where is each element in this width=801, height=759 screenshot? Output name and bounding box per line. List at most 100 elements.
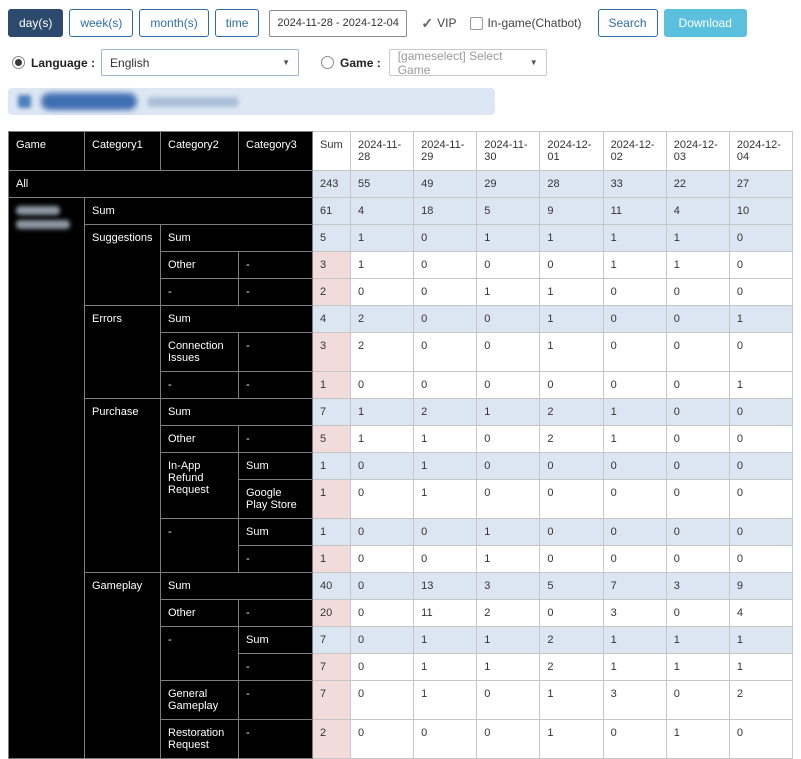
table-cell: 0 [413, 371, 478, 399]
table-cell: 0 [476, 452, 541, 480]
table-cell: - [238, 653, 313, 681]
table-cell: 2 [539, 398, 604, 426]
table-cell: 3 [476, 572, 541, 600]
period-button-weeks[interactable]: week(s) [69, 9, 134, 37]
table-cell: 1 [349, 251, 415, 279]
table-cell: 1 [665, 224, 730, 252]
table-cell: 0 [665, 278, 730, 306]
table-cell: 2 [312, 719, 351, 759]
table-cell: 2 [413, 398, 478, 426]
table-cell: 0 [349, 518, 415, 546]
table-cell: 28 [539, 170, 604, 198]
table-cell: Sum [238, 452, 313, 480]
col-header: 2024-12-02 [602, 131, 667, 171]
table-cell: 0 [602, 305, 667, 333]
table-cell: 1 [665, 653, 730, 681]
table-cell: All [8, 170, 313, 198]
table-cell: 1 [413, 425, 478, 453]
search-button[interactable]: Search [597, 9, 658, 37]
table-cell: 0 [665, 452, 730, 480]
table-cell: - [238, 599, 313, 627]
table-cell: 1 [476, 545, 541, 573]
table-cell: 0 [728, 545, 794, 573]
table-cell: 2 [539, 626, 604, 654]
redacted-button[interactable] [41, 93, 137, 110]
table-cell: 0 [413, 719, 478, 759]
game-select[interactable]: [gameselect] Select Game ▼ [388, 49, 547, 77]
table-row: Sum 61 4 18 5 9 11 4 10 [8, 197, 794, 759]
language-select[interactable]: English ▼ [101, 49, 300, 76]
table-cell: General Gameplay [160, 680, 239, 720]
table-cell: 11 [413, 599, 478, 627]
table-cell: 1 [728, 371, 794, 399]
table-cell: - [160, 371, 239, 399]
table-cell: Other [160, 425, 239, 453]
table-cell: - [160, 278, 239, 306]
table-cell: 0 [413, 545, 478, 573]
table-cell: - [238, 719, 313, 759]
table-cell: 1 [665, 719, 730, 759]
table-cell: 5 [539, 572, 604, 600]
table-row: Gameplay Sum 40 0 13 3 5 7 3 9 [9, 572, 794, 759]
table-cell: 1 [728, 626, 794, 654]
download-button[interactable]: Download [663, 9, 747, 37]
table-cell: 0 [349, 545, 415, 573]
table-cell: 0 [413, 332, 478, 372]
table-cell: 1 [602, 626, 667, 654]
table-cell: 1 [413, 626, 478, 654]
period-button-days[interactable]: day(s) [8, 9, 64, 37]
table-cell: 2 [312, 278, 351, 306]
redacted-icon [18, 95, 31, 108]
toolbar: day(s) week(s) month(s) time ✓ VIP In-ga… [0, 0, 801, 42]
table-cell: 0 [665, 371, 730, 399]
table-cell: 5 [476, 197, 541, 225]
table-cell: 1 [349, 398, 415, 426]
table-cell: 0 [539, 452, 604, 480]
table-cell: 1 [476, 653, 541, 681]
table-cell: 0 [665, 680, 730, 720]
table-cell: 1 [665, 626, 730, 654]
vip-checkbox[interactable]: ✓ [421, 15, 433, 32]
table-cell: 2 [349, 305, 415, 333]
table-cell: 0 [539, 371, 604, 399]
table-cell: 2 [539, 653, 604, 681]
table-cell: Errors [84, 305, 161, 399]
ingame-checkbox[interactable] [470, 16, 484, 30]
table-cell: 1 [312, 452, 351, 480]
table-cell: 0 [602, 545, 667, 573]
table-cell: 1 [312, 479, 351, 519]
game-radio[interactable] [321, 56, 335, 69]
table-cell: 1 [602, 398, 667, 426]
table-cell: 20 [312, 599, 351, 627]
table-cell: 2 [349, 332, 415, 372]
table-cell: 0 [476, 305, 541, 333]
table-cell: 13 [413, 572, 478, 600]
table-cell: - [160, 626, 239, 681]
table-cell: Other [160, 599, 239, 627]
table-cell: 0 [728, 224, 794, 252]
col-header: Sum [312, 131, 351, 171]
table-cell: 1 [602, 224, 667, 252]
table-cell: 0 [728, 251, 794, 279]
table-cell: 1 [476, 224, 541, 252]
period-button-time[interactable]: time [214, 9, 260, 37]
table-cell: Other [160, 251, 239, 279]
table-cell: In-App Refund Request [160, 452, 239, 519]
table-cell: 5 [312, 425, 351, 453]
table-cell: 0 [728, 518, 794, 546]
language-radio[interactable] [12, 56, 25, 69]
redacted-text [147, 96, 239, 107]
table-cell: 1 [728, 653, 794, 681]
period-button-months[interactable]: month(s) [139, 9, 209, 37]
table-cell: 1 [539, 719, 604, 759]
table-cell: 0 [349, 452, 415, 480]
table-cell: Purchase [84, 398, 161, 573]
date-range-input[interactable] [269, 9, 408, 37]
table-cell: 0 [602, 278, 667, 306]
table-cell: 0 [665, 545, 730, 573]
table-cell: 7 [312, 626, 351, 654]
table-cell: 1 [349, 425, 415, 453]
table-cell: 0 [602, 371, 667, 399]
table-cell: 4 [349, 197, 415, 225]
table-cell: 0 [602, 479, 667, 519]
